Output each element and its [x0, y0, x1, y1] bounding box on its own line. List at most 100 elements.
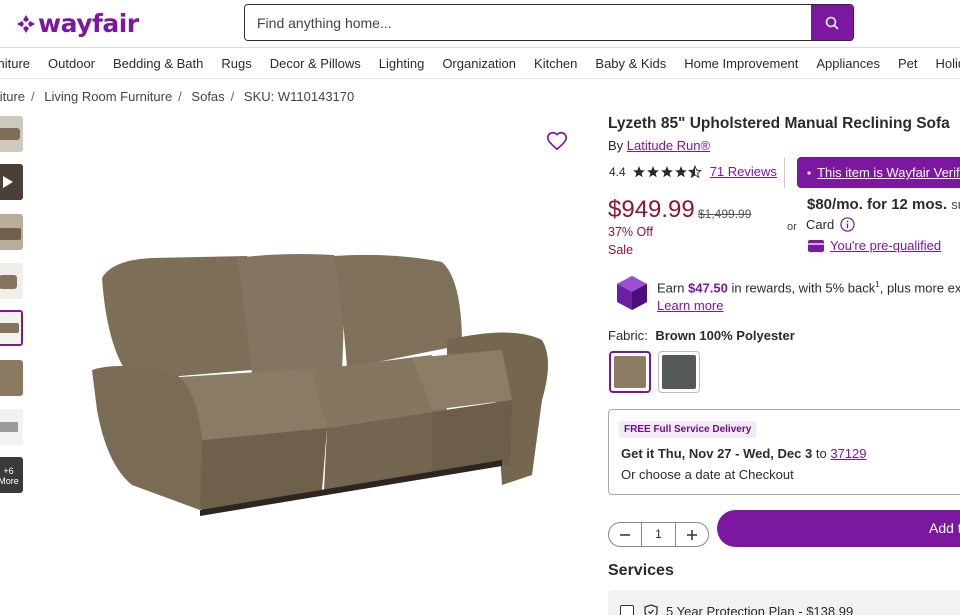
thumbnail-video[interactable] — [0, 164, 23, 200]
product-title: Lyzeth 85" Upholstered Manual Reclining … — [608, 115, 950, 132]
breadcrumb-furniture[interactable]: Furniture — [0, 89, 25, 104]
search-bar — [244, 4, 854, 41]
prequalified-link[interactable]: You're pre-qualified — [830, 238, 941, 253]
prequalified-line: You're pre-qualified — [808, 238, 941, 253]
room-thumbnail-image — [0, 214, 23, 250]
swatch-gray[interactable] — [658, 351, 700, 393]
zip-code-link[interactable]: 37129 — [830, 446, 866, 461]
service-option: 5 Year Protection Plan - $138.99 — [608, 590, 960, 615]
delivery-box: FREE Full Service Delivery Get it Thu, N… — [608, 409, 960, 495]
logo-text: wayfair — [38, 9, 139, 38]
half-star-icon — [687, 164, 702, 178]
decrease-quantity-button[interactable] — [609, 523, 641, 546]
to-label: to — [815, 446, 827, 461]
plus-icon — [687, 529, 697, 540]
original-price: $1,499.99 — [698, 207, 752, 221]
product-rating: 4.4 71 Reviews — [609, 164, 777, 179]
breadcrumb-sofas[interactable]: Sofas — [191, 89, 224, 104]
nav-item-furniture[interactable]: Furniture — [0, 49, 30, 78]
rewards-info: Earn $47.50 in rewards, with 5% back1, p… — [657, 276, 960, 315]
sofa-thumbnail-image — [0, 116, 23, 152]
protection-plan-row[interactable]: 5 Year Protection Plan - $138.99 — [620, 604, 853, 615]
nav-item-decor-pillows[interactable]: Decor & Pillows — [270, 49, 361, 78]
quantity-value[interactable]: 1 — [641, 523, 676, 546]
nav-item-holiday[interactable]: Holiday — [936, 49, 960, 78]
rewards-earn: Earn — [657, 280, 685, 296]
breadcrumb-living-room[interactable]: Living Room Furniture — [44, 89, 172, 104]
dimensions-thumbnail-image — [0, 409, 23, 445]
add-to-cart-button[interactable]: Add to Cart — [717, 510, 960, 547]
nav-item-appliances[interactable]: Appliances — [816, 49, 880, 78]
nav-item-lighting[interactable]: Lighting — [379, 49, 425, 78]
breadcrumb-separator: / — [230, 89, 235, 104]
more-images-label: +6 More — [0, 466, 19, 486]
rewards-text: in rewards, with 5% back — [731, 280, 876, 296]
monthly-payment: $80/mo. for 12 mos. — [807, 196, 948, 213]
nav-item-outdoor[interactable]: Outdoor — [48, 49, 95, 78]
protection-plan-label: 5 Year Protection Plan - $138.99 — [666, 604, 854, 615]
delivery-alt-text: Or choose a date at Checkout — [621, 467, 794, 482]
breadcrumb-sku: SKU: W110143170 — [243, 89, 355, 104]
learn-more-link[interactable]: Learn more — [657, 298, 723, 313]
search-button[interactable] — [811, 5, 853, 40]
nav-item-home-improvement[interactable]: Home Improvement — [684, 49, 798, 78]
verified-label: This item is Wayfair Verified — [817, 165, 960, 180]
reviews-link[interactable]: 71 Reviews — [710, 164, 777, 179]
nav-item-bedding-bath[interactable]: Bedding & Bath — [113, 49, 203, 78]
nav-item-kitchen[interactable]: Kitchen — [534, 49, 577, 78]
search-icon — [825, 16, 839, 30]
star-icon — [660, 165, 673, 177]
star-icon — [646, 165, 659, 177]
rating-divider — [784, 158, 785, 188]
protection-plan-checkbox[interactable] — [620, 604, 634, 615]
wayfair-logo[interactable]: wayfair — [16, 9, 139, 38]
card-label: Card — [806, 217, 835, 232]
thumbnail-7[interactable] — [0, 409, 23, 445]
thumbnail-3[interactable] — [0, 214, 23, 250]
sofa-thumbnail-image — [0, 312, 21, 344]
rating-number: 4.4 — [609, 164, 626, 179]
product-main-image[interactable] — [72, 240, 562, 530]
increase-quantity-button[interactable] — [676, 523, 708, 546]
heart-icon[interactable] — [546, 130, 568, 152]
fabric-value: Brown 100% Polyester — [655, 328, 795, 343]
financing-offer: $80/mo. for 12 mos. sub — [807, 196, 960, 213]
thumbnail-4[interactable] — [0, 263, 23, 299]
star-icon — [674, 165, 687, 177]
rewards-gem-icon — [617, 276, 647, 310]
nav-item-pet[interactable]: Pet — [898, 49, 918, 78]
or-label: or — [787, 221, 797, 233]
delivery-dates: Get it Thu, Nov 27 - Wed, Dec 3 to 37129 — [621, 446, 866, 461]
credit-card-icon — [808, 239, 824, 252]
card-line: Card — [806, 217, 855, 232]
nav-item-rugs[interactable]: Rugs — [221, 49, 251, 78]
wayfair-verified-badge[interactable]: This item is Wayfair Verified — [797, 157, 960, 188]
discount-label: 37% Off — [608, 225, 653, 239]
swatch-brown-selected[interactable] — [609, 351, 651, 393]
thumbnail-more[interactable]: +6 More — [0, 457, 23, 493]
wayfair-logo-icon — [17, 14, 35, 33]
nav-item-organization[interactable]: Organization — [442, 49, 516, 78]
search-input[interactable] — [245, 5, 811, 40]
rewards-text-2: , plus more exclusive — [879, 280, 960, 296]
thumbnail-5-selected[interactable] — [0, 310, 23, 346]
brand-link[interactable]: Latitude Run® — [627, 138, 710, 153]
free-delivery-badge: FREE Full Service Delivery — [619, 421, 757, 438]
star-rating — [632, 164, 702, 179]
breadcrumb: Furniture / Living Room Furniture / Sofas /… — [0, 89, 354, 104]
category-nav: Furniture Outdoor Bedding & Bath Rugs De… — [0, 49, 960, 79]
star-icon — [632, 165, 645, 177]
breadcrumb-separator: / — [178, 89, 182, 104]
quantity-stepper: 1 — [608, 522, 709, 547]
fabric-label: Fabric: Brown 100% Polyester — [608, 328, 795, 343]
by-label: By — [608, 138, 624, 153]
info-icon[interactable] — [840, 217, 855, 232]
current-price: $949.99 — [608, 196, 695, 223]
delivery-date-range: Thu, Nov 27 - Wed, Dec 3 — [657, 446, 813, 461]
thumbnail-1[interactable] — [0, 116, 23, 152]
thumbnail-6[interactable] — [0, 360, 23, 396]
recliner-thumbnail-image — [0, 263, 23, 299]
nav-item-baby-kids[interactable]: Baby & Kids — [595, 49, 666, 78]
financing-suffix: sub — [951, 197, 960, 212]
breadcrumb-separator: / — [31, 89, 35, 104]
